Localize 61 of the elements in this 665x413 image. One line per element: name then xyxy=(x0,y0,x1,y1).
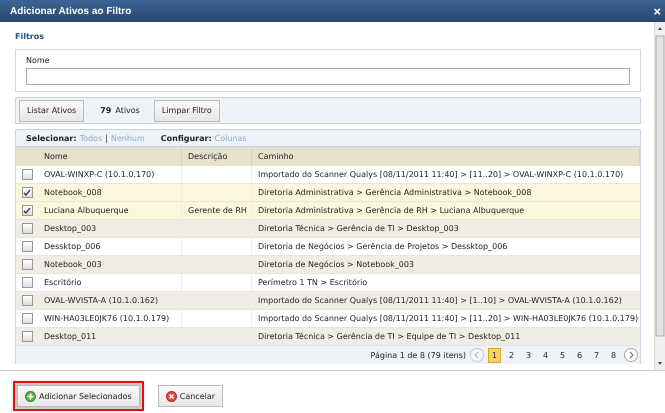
table-cell: Diretoria Técnica > Gerência de TI > Equipe de TI > Desktop_011 xyxy=(258,332,520,341)
list-button[interactable]: Listar Ativos xyxy=(19,100,84,122)
window-title: Adicionar Ativos ao Filtro xyxy=(10,6,132,16)
row-checkbox[interactable] xyxy=(22,223,32,234)
page-link[interactable]: 8 xyxy=(607,348,620,362)
row-checkbox[interactable] xyxy=(22,295,32,306)
table-cell: Escritório xyxy=(44,278,82,287)
table-cell: Diretoria Administrativa > Gerência Administrativa > Notebook_008 xyxy=(258,188,532,197)
page-link[interactable]: 2 xyxy=(505,348,518,362)
close-button[interactable]: × xyxy=(653,4,661,18)
table-cell: Perímetro 1 TN > Escritório xyxy=(258,278,368,287)
select-label: Selecionar: xyxy=(26,134,77,142)
table-cell: Luciana Albuquerque xyxy=(44,206,129,215)
name-input[interactable] xyxy=(26,68,630,85)
configure-label: Configurar: xyxy=(160,134,212,142)
pagination-summary: Página 1 de 8 (79 itens) xyxy=(370,350,466,360)
table-cell: OVAL-WVISTA-A (10.1.0.162) xyxy=(44,296,158,305)
table-cell: Gerente de RH xyxy=(188,206,247,215)
row-checkbox[interactable] xyxy=(22,187,32,198)
page-link[interactable]: 6 xyxy=(573,348,586,362)
row-checkbox[interactable] xyxy=(22,169,32,180)
row-checkbox[interactable] xyxy=(22,259,32,270)
table-cell: Importado do Scanner Qualys [08/11/2011 11:40] > [11..20] > OVAL-WINXP-C (10.1.0.170) xyxy=(258,170,624,179)
row-checkbox[interactable] xyxy=(22,277,32,288)
page-link[interactable]: 1 xyxy=(488,348,501,362)
table-cell: OVAL-WINXP-C (10.1.0.170) xyxy=(44,170,154,179)
plus-icon xyxy=(25,390,36,402)
table-cell: Notebook_008 xyxy=(44,188,102,197)
clear-filter-button[interactable]: Limpar Filtro xyxy=(154,100,220,122)
table-cell: Desktop_003 xyxy=(44,224,96,233)
asset-count: 79 xyxy=(100,106,112,115)
column-header[interactable]: Caminho xyxy=(258,152,294,161)
table-cell: Diretoria Técnica > Gerência de TI > Desktop_003 xyxy=(258,224,459,233)
table-cell: Dessktop_006 xyxy=(44,242,100,251)
next-page-icon[interactable] xyxy=(624,348,638,362)
row-checkbox[interactable] xyxy=(22,331,32,342)
page-link[interactable]: 5 xyxy=(556,348,569,362)
table-cell: Notebook_003 xyxy=(44,260,102,269)
field-label: Nome xyxy=(26,56,51,65)
table-cell: Importado do Scanner Qualys [08/11/2011 11:40] > [11..20] > WIN-HA03LE0JK76 (10.1.0.179) xyxy=(258,314,638,323)
table-cell: Diretoria de Negócios > Gerência de Projetos > Dessktop_006 xyxy=(258,242,508,251)
table-cell: WIN-HA03LE0JK76 (10.1.0.179) xyxy=(44,314,170,323)
table-cell: Diretoria de Negócios > Notebook_003 xyxy=(258,260,414,269)
cancel-icon xyxy=(166,390,177,402)
table-cell: Desktop_011 xyxy=(44,332,96,341)
row-checkbox[interactable] xyxy=(22,241,32,252)
page-link[interactable]: 4 xyxy=(539,348,552,362)
section-heading: Filtros xyxy=(15,32,45,41)
cancel-button[interactable]: Cancelar xyxy=(158,385,224,407)
column-header[interactable]: Nome xyxy=(44,152,68,161)
page-link[interactable]: 7 xyxy=(590,348,603,362)
count-label: Ativos xyxy=(115,106,140,115)
page-link[interactable]: 3 xyxy=(522,348,535,362)
previous-page-icon[interactable] xyxy=(470,348,484,362)
column-header[interactable]: Descrição xyxy=(188,152,228,161)
table-cell: Importado do Scanner Qualys [08/11/2011 11:40] > [1..10] > OVAL-WVISTA-A (10.1.0.162) xyxy=(258,296,622,305)
table-cell: Diretoria Administrativa > Gerência de RH > Luciana Albuquerque xyxy=(258,206,524,215)
row-checkbox[interactable] xyxy=(22,205,32,216)
separator-text: | xyxy=(105,134,108,142)
scrollbar[interactable] xyxy=(654,22,665,370)
row-checkbox[interactable] xyxy=(22,313,32,324)
